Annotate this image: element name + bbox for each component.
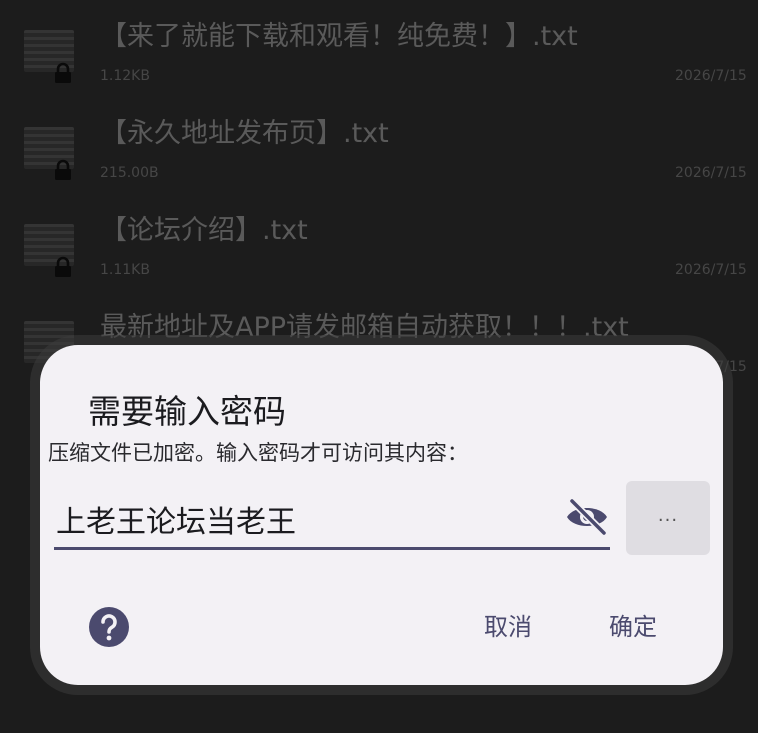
cancel-button[interactable]: 取消 [484, 607, 532, 642]
more-label: ... [657, 505, 679, 526]
dialog-title: 需要输入密码 [88, 392, 286, 431]
file-date: 2026/7/15 [675, 68, 747, 84]
visibility-off-icon[interactable] [564, 497, 610, 537]
lock-icon [55, 159, 71, 180]
file-list-item[interactable]: 【论坛介绍】.txt 1.11KB 2026/7/15 [0, 194, 758, 290]
password-field[interactable]: 上老王论坛当老王 [54, 485, 610, 550]
file-size: 1.11KB [100, 262, 150, 278]
file-size: 215.00B [100, 165, 159, 181]
file-size: 1.12KB [100, 68, 150, 84]
file-date: 2026/7/15 [675, 165, 747, 181]
file-date: 2026/7/15 [675, 262, 747, 278]
file-list-item[interactable]: 【永久地址发布页】.txt 215.00B 2026/7/15 [0, 97, 758, 193]
lock-icon [55, 62, 71, 83]
ok-button[interactable]: 确定 [609, 607, 657, 642]
file-name: 【论坛介绍】.txt [100, 215, 308, 246]
help-circle-icon[interactable] [89, 607, 129, 647]
password-value[interactable]: 上老王论坛当老王 [56, 497, 296, 541]
file-list-item[interactable]: 【来了就能下载和观看！纯免费！】.txt 1.12KB 2026/7/15 [0, 0, 758, 96]
password-dialog: 需要输入密码 压缩文件已加密。输入密码才可访问其内容： 上老王论坛当老王 ...… [40, 345, 723, 685]
file-name: 【来了就能下载和观看！纯免费！】.txt [100, 21, 578, 52]
dialog-message: 压缩文件已加密。输入密码才可访问其内容： [48, 441, 468, 465]
more-button[interactable]: ... [626, 481, 710, 555]
lock-icon [55, 256, 71, 277]
file-name: 【永久地址发布页】.txt [100, 118, 389, 149]
file-name: 最新地址及APP请发邮箱自动获取！！！.txt [100, 312, 629, 343]
